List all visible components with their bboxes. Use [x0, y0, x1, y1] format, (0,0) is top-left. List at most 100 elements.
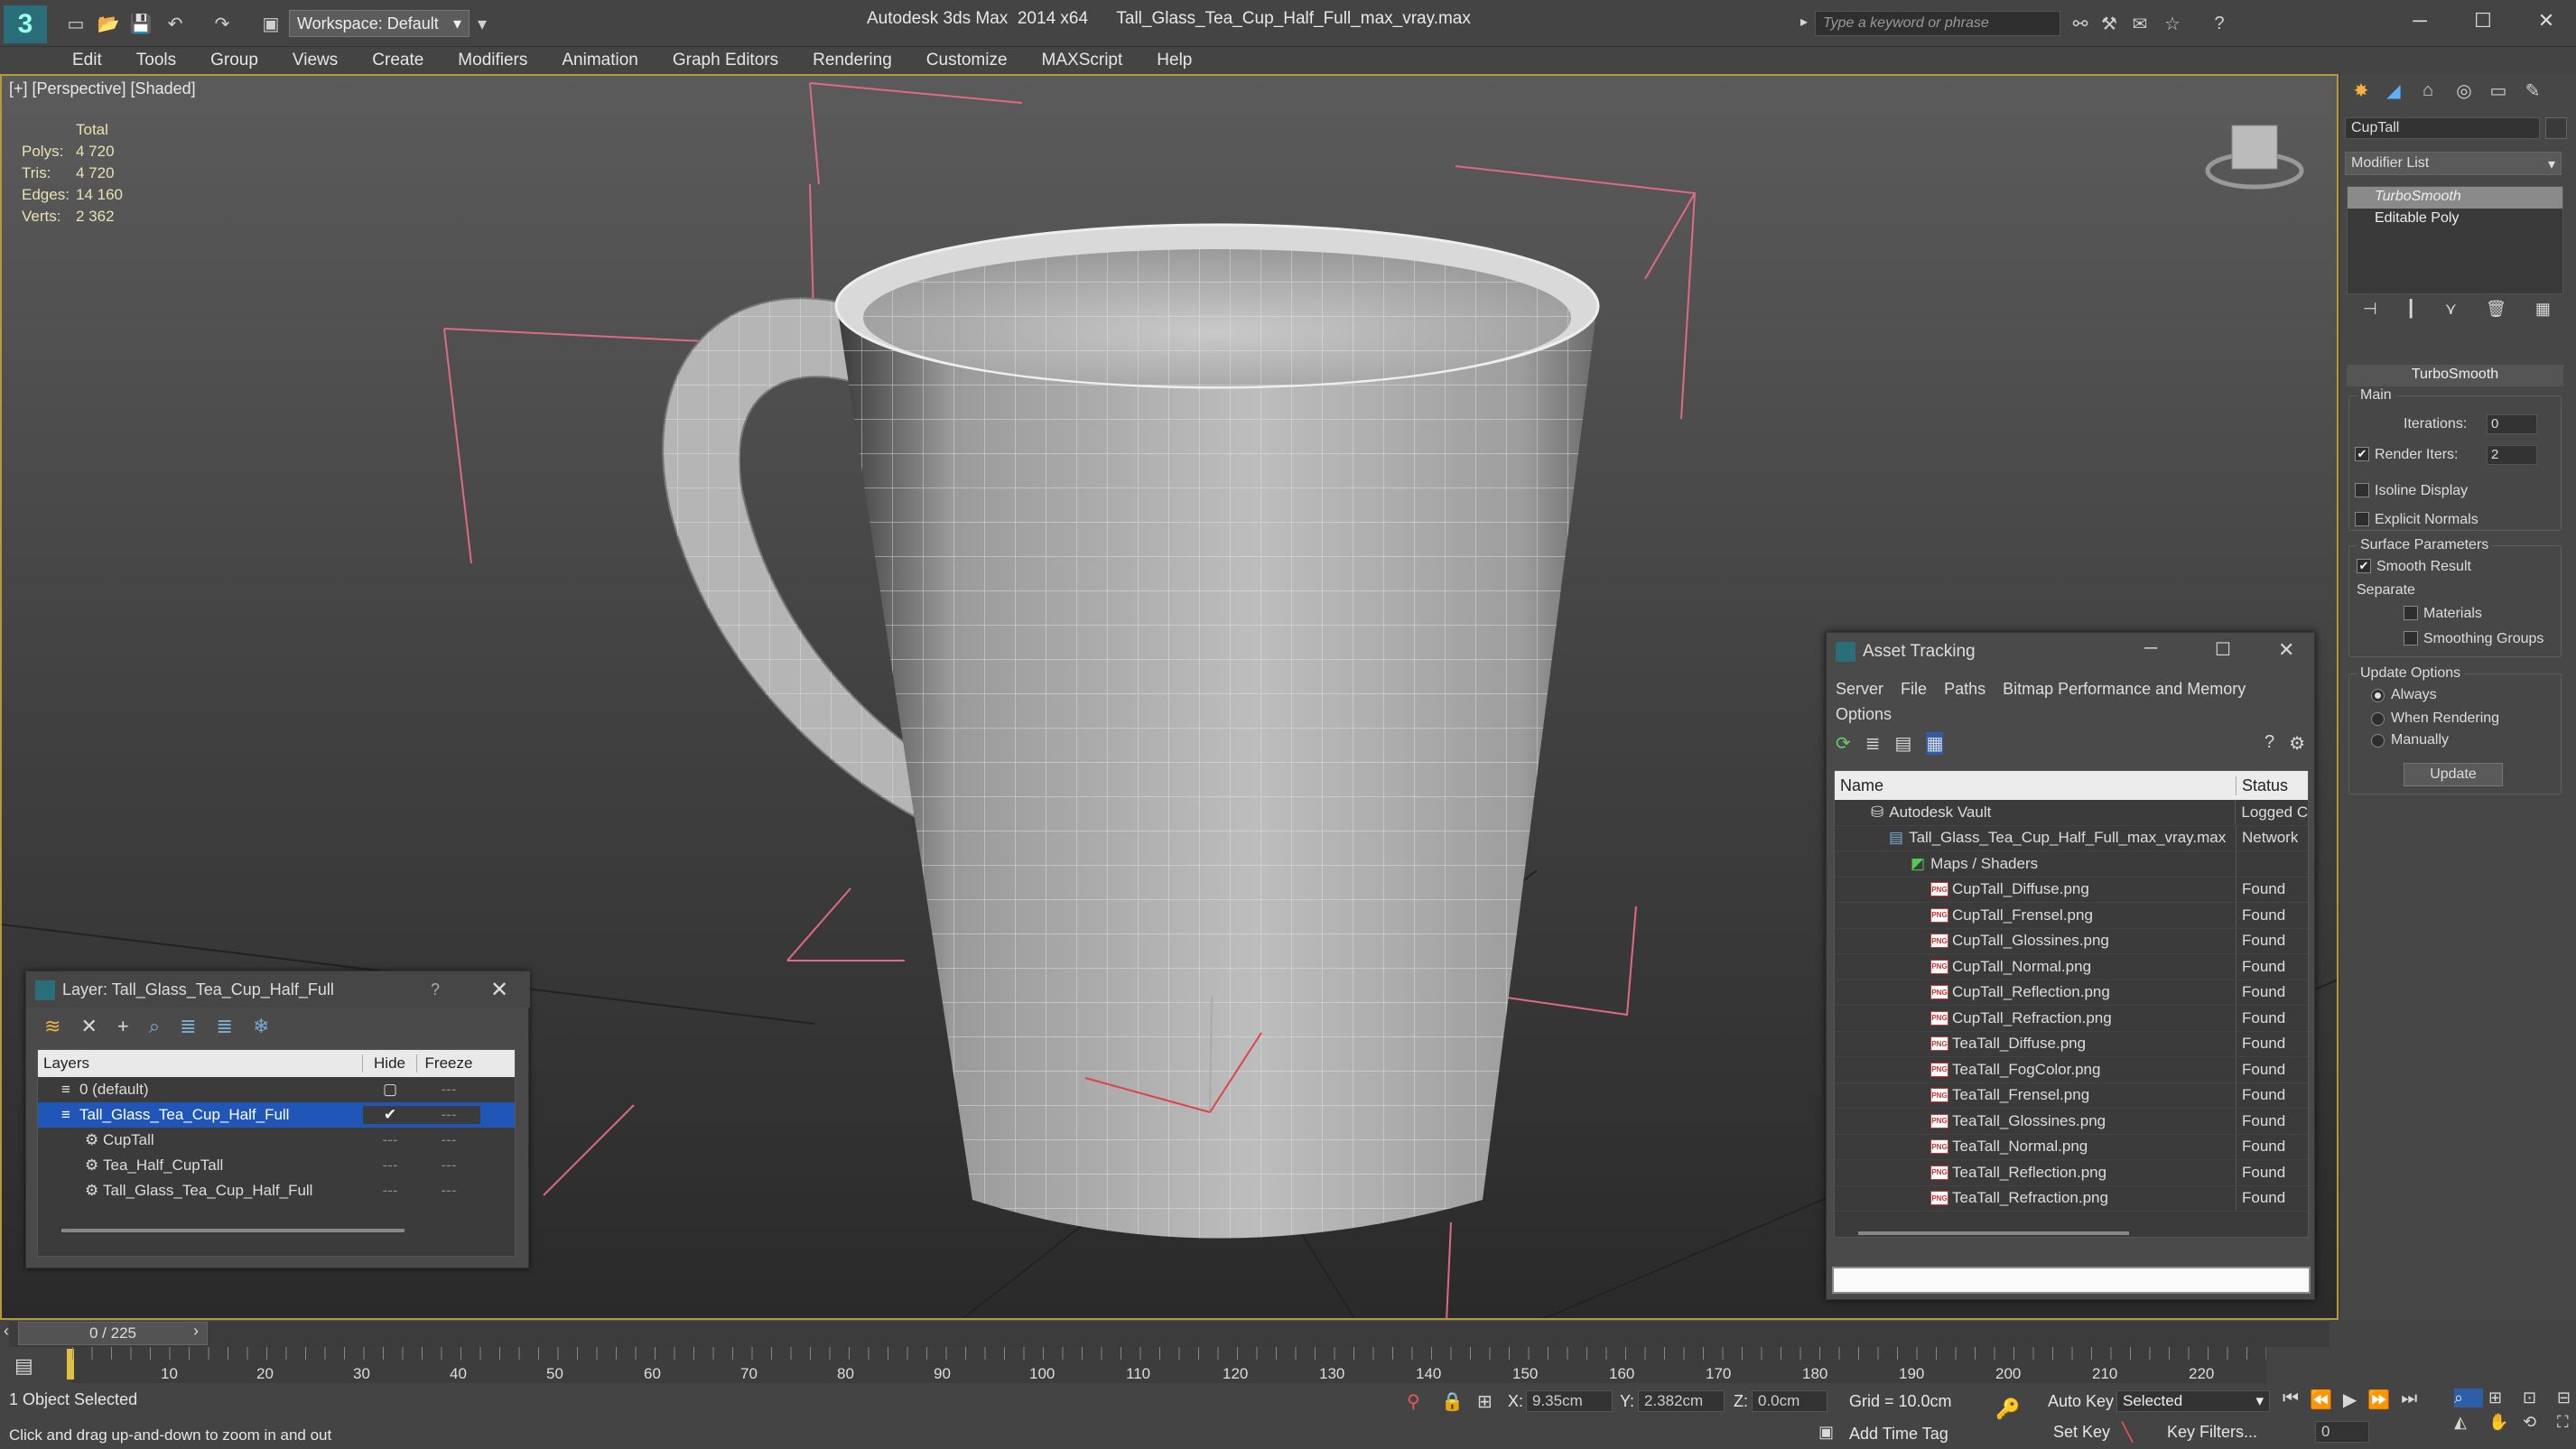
- render-iters-checkbox[interactable]: ✔: [2355, 447, 2369, 461]
- col-layers[interactable]: Layers: [38, 1054, 363, 1073]
- explicit-normals-checkbox[interactable]: [2355, 512, 2369, 526]
- menu-graph-editors[interactable]: Graph Editors: [673, 51, 778, 70]
- menu-tools[interactable]: Tools: [136, 51, 176, 70]
- layer-dialog-title[interactable]: Layer: Tall_Glass_Tea_Cup_Half_Full: [26, 971, 530, 1008]
- col-hide[interactable]: Hide: [363, 1054, 417, 1073]
- hierarchy-tab-icon[interactable]: ⌂: [2415, 78, 2441, 103]
- asset-row[interactable]: ⛁ Autodesk Vault Logged C: [1835, 800, 2308, 826]
- layer-row[interactable]: ⚙ Tall_Glass_Tea_Cup_Half_Full --- ---: [38, 1178, 515, 1203]
- rollout-turbosmooth[interactable]: TurboSmooth: [2347, 365, 2563, 386]
- selection-set-dropdown[interactable]: Selected ▾: [2116, 1390, 2270, 1412]
- asset-row[interactable]: PNG TeaTall_Reflection.png Found: [1835, 1160, 2308, 1186]
- help-icon[interactable]: ?: [431, 980, 440, 999]
- maximize-icon[interactable]: ☐: [2456, 5, 2510, 36]
- modifier-list-dropdown[interactable]: Modifier List ▾: [2345, 152, 2562, 175]
- remove-modifier-icon[interactable]: 🗑: [2486, 300, 2506, 327]
- display-tab-icon[interactable]: ▭: [2486, 78, 2511, 103]
- zoom-all-icon[interactable]: ⊞: [2488, 1389, 2517, 1407]
- smooth-result-checkbox[interactable]: ✔: [2357, 559, 2371, 573]
- manually-radio[interactable]: [2371, 734, 2385, 748]
- asset-row[interactable]: PNG TeaTall_Diffuse.png Found: [1835, 1031, 2308, 1057]
- menu-rendering[interactable]: Rendering: [813, 51, 892, 70]
- zoom-extents-all-icon[interactable]: ⊟: [2557, 1389, 2576, 1407]
- isoline-checkbox[interactable]: [2355, 483, 2369, 497]
- new-file-icon[interactable]: ▭: [63, 11, 88, 36]
- smoothing-groups-checkbox[interactable]: [2404, 631, 2418, 646]
- asset-menu-paths[interactable]: Paths: [1944, 680, 1985, 698]
- menu-help[interactable]: Help: [1157, 51, 1192, 70]
- star-icon[interactable]: ☆: [2160, 11, 2185, 36]
- hide-toggle[interactable]: ▢: [363, 1081, 417, 1099]
- current-layer-check-icon[interactable]: ✔: [363, 1106, 417, 1124]
- freeze-toggle[interactable]: ---: [417, 1106, 480, 1124]
- time-slider-track[interactable]: [9, 1320, 2330, 1347]
- time-slider-thumb[interactable]: 0 / 225: [18, 1322, 208, 1345]
- configure-sets-icon[interactable]: ▦: [2535, 300, 2551, 327]
- stack-item-turbosmooth[interactable]: TurboSmooth: [2348, 187, 2562, 209]
- undo-icon[interactable]: ↶: [163, 11, 188, 36]
- key-icon[interactable]: 🔑: [1995, 1398, 2020, 1421]
- asset-row[interactable]: PNG TeaTall_Normal.png Found: [1835, 1134, 2308, 1160]
- hide-toggle[interactable]: ---: [363, 1156, 417, 1175]
- object-name-field[interactable]: CupTall: [2345, 117, 2540, 139]
- utilities-tab-icon[interactable]: ✎: [2520, 78, 2545, 103]
- materials-checkbox[interactable]: [2404, 606, 2418, 620]
- menu-customize[interactable]: Customize: [926, 51, 1008, 70]
- asset-row[interactable]: PNG TeaTall_FogColor.png Found: [1835, 1057, 2308, 1083]
- x-coordinate-field[interactable]: 9.35cm: [1526, 1390, 1613, 1412]
- menu-animation[interactable]: Animation: [562, 51, 638, 70]
- isolate-icon[interactable]: ⚲: [1407, 1390, 1420, 1413]
- go-to-end-icon[interactable]: ⏭: [2401, 1389, 2417, 1411]
- asset-row[interactable]: ◩ Maps / Shaders: [1835, 851, 2308, 878]
- col-name[interactable]: Name: [1835, 776, 2237, 795]
- freeze-toggle[interactable]: ---: [417, 1182, 480, 1200]
- layer-row[interactable]: ⚙ CupTall --- ---: [38, 1128, 515, 1153]
- asset-row[interactable]: PNG TeaTall_Glossines.png Found: [1835, 1109, 2308, 1135]
- hide-toggle[interactable]: ---: [363, 1131, 417, 1149]
- render-iters-spinner[interactable]: 2: [2487, 445, 2537, 465]
- col-freeze[interactable]: Freeze: [417, 1054, 480, 1073]
- asset-row[interactable]: PNG TeaTall_Frensel.png Found: [1835, 1082, 2308, 1109]
- go-to-start-icon[interactable]: ⏮: [2283, 1389, 2299, 1411]
- horizontal-scrollbar[interactable]: [1858, 1231, 2129, 1235]
- close-icon[interactable]: ✕: [490, 977, 508, 1003]
- set-key-icon[interactable]: ╲: [2122, 1421, 2133, 1444]
- layer-row-active[interactable]: ≡ Tall_Glass_Tea_Cup_Half_Full ✔ ---: [38, 1102, 515, 1128]
- track-bar-icon[interactable]: ▤: [14, 1354, 33, 1378]
- maximize-viewport-icon[interactable]: ⛶: [2557, 1413, 2576, 1432]
- close-icon[interactable]: ✕: [2278, 638, 2294, 662]
- tools-icon[interactable]: ⚒: [2097, 11, 2122, 36]
- create-tab-icon[interactable]: ✸: [2348, 78, 2374, 103]
- delete-layer-icon[interactable]: ✕: [80, 1015, 97, 1038]
- menu-maxscript[interactable]: MAXScript: [1042, 51, 1123, 70]
- hide-toggle[interactable]: ---: [363, 1182, 417, 1200]
- settings-icon[interactable]: ⚙: [2289, 732, 2305, 755]
- help-icon[interactable]: ?: [2207, 11, 2232, 36]
- horizontal-scrollbar[interactable]: [61, 1229, 405, 1232]
- add-to-layer-icon[interactable]: +: [117, 1015, 129, 1038]
- redo-icon[interactable]: ↷: [209, 11, 235, 36]
- asset-path-input[interactable]: [1832, 1267, 2311, 1294]
- stack-item-editable-poly[interactable]: Editable Poly: [2348, 209, 2562, 230]
- layer-row[interactable]: ⚙ Tea_Half_CupTall --- ---: [38, 1153, 515, 1178]
- chevron-down-icon[interactable]: ▾: [470, 11, 495, 36]
- z-coordinate-field[interactable]: 0.0cm: [1752, 1390, 1827, 1412]
- set-key-button[interactable]: Set Key: [2053, 1423, 2110, 1442]
- app-logo-icon[interactable]: 3: [4, 5, 47, 43]
- binoculars-icon[interactable]: ⚯: [2068, 11, 2093, 36]
- hide-all-layers-icon[interactable]: ≣: [217, 1015, 233, 1038]
- field-of-view-icon[interactable]: ◭: [2454, 1413, 2483, 1432]
- workspace-dropdown[interactable]: Workspace: Default ▾: [289, 10, 470, 37]
- asset-row[interactable]: PNG CupTall_Reflection.png Found: [1835, 980, 2308, 1006]
- update-button[interactable]: Update: [2404, 763, 2503, 786]
- menu-views[interactable]: Views: [293, 51, 338, 70]
- table-view-icon[interactable]: ▦: [1926, 732, 1944, 755]
- menu-group[interactable]: Group: [210, 51, 258, 70]
- asset-menu-bitmap[interactable]: Bitmap Performance and Memory: [2003, 680, 2246, 698]
- minimize-icon[interactable]: ─: [2144, 638, 2157, 659]
- play-icon[interactable]: ▶: [2343, 1389, 2357, 1411]
- key-filters-button[interactable]: Key Filters...: [2167, 1423, 2257, 1442]
- auto-key-button[interactable]: Auto Key: [2048, 1392, 2114, 1411]
- asset-row[interactable]: PNG CupTall_Normal.png Found: [1835, 954, 2308, 980]
- modify-tab-icon[interactable]: ◢: [2381, 78, 2406, 103]
